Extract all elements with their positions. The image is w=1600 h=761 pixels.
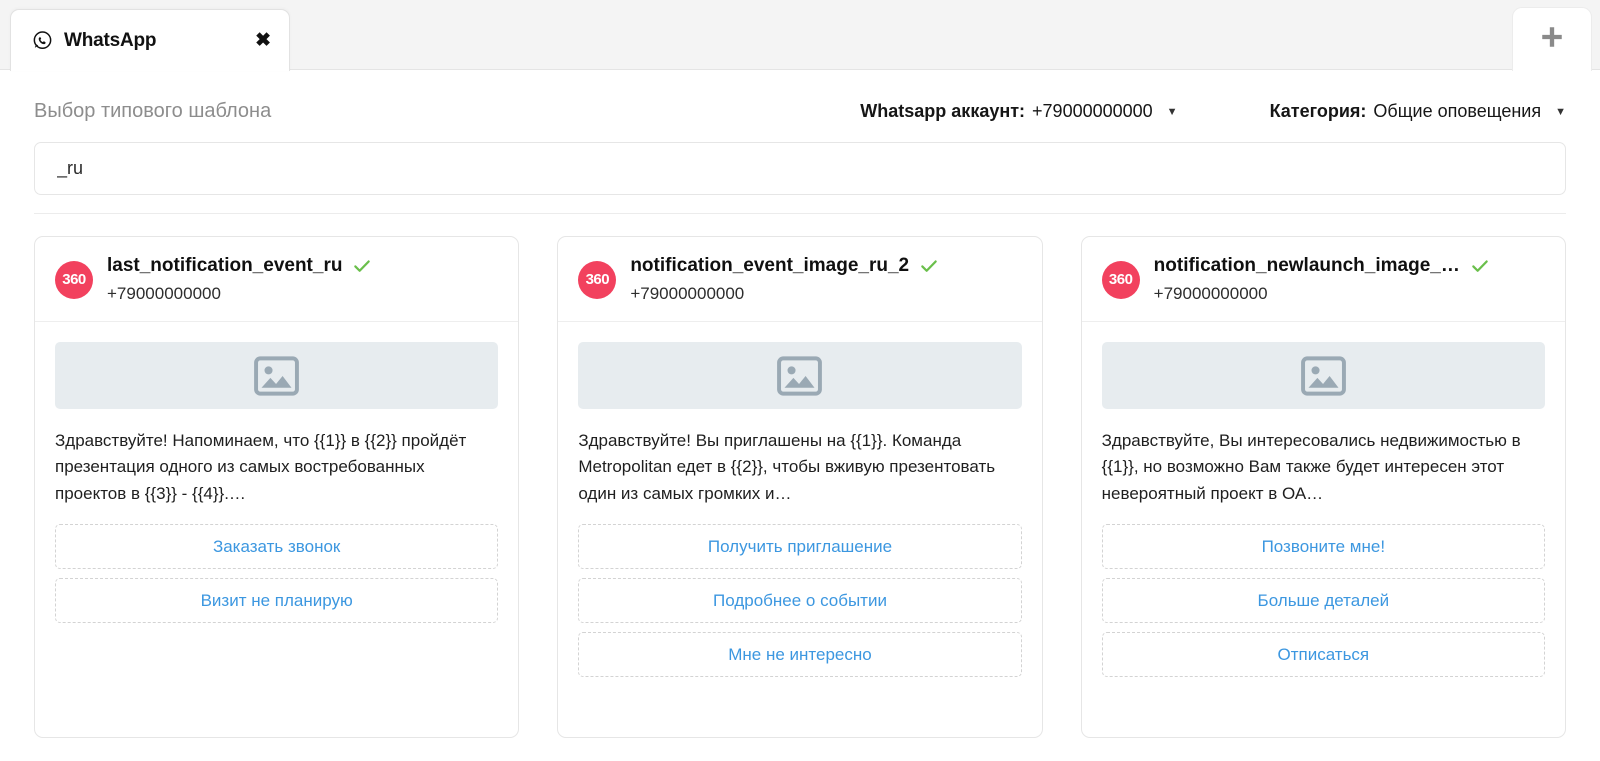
template-action-button[interactable]: Подробнее о событии [578, 578, 1022, 624]
chevron-down-icon[interactable]: ▼ [1167, 106, 1178, 118]
page-content: Выбор типового шаблона Whatsapp аккаунт:… [0, 70, 1600, 761]
template-action-button[interactable]: Получить приглашение [578, 524, 1022, 570]
template-name: notification_event_image_ru_2 [630, 255, 910, 276]
toolbar: Выбор типового шаблона Whatsapp аккаунт:… [34, 70, 1566, 142]
template-name: last_notification_event_ru [107, 255, 343, 276]
template-text: Здравствуйте! Напоминаем, что {{1}} в {{… [55, 431, 467, 503]
template-card[interactable]: 360 notification_event_image_ru_2 +79000… [557, 236, 1043, 738]
section-divider [34, 213, 1566, 214]
template-phone: +79000000000 [1153, 284, 1268, 303]
template-text: Здравствуйте, Вы интересовались недвижим… [1101, 431, 1521, 503]
card-header: 360 notification_newlaunch_image_… +7900… [1081, 237, 1565, 322]
category-value: Общие оповещения [1373, 100, 1542, 121]
image-placeholder-icon [578, 342, 1022, 409]
whatsapp-icon [31, 30, 53, 52]
card-body: Здравствуйте! Вы приглашены на {{1}}. Ко… [558, 322, 1041, 737]
template-phone: +79000000000 [630, 284, 745, 303]
template-buttons: Позвоните мне! Больше деталей Отписаться [1101, 524, 1545, 678]
plus-icon [1539, 24, 1565, 56]
template-action-button[interactable]: Мне не интересно [578, 632, 1022, 678]
template-action-button[interactable]: Заказать звонок [55, 524, 499, 570]
brand-360-logo: 360 [578, 260, 617, 299]
card-header: 360 notification_event_image_ru_2 +79000… [558, 237, 1042, 322]
template-buttons: Получить приглашение Подробнее о событии… [578, 524, 1022, 678]
approved-check-icon [919, 256, 939, 276]
chevron-down-icon[interactable]: ▼ [1555, 106, 1566, 118]
card-header: 360 last_notification_event_ru +79000000… [35, 237, 519, 322]
whatsapp-account-value: +79000000000 [1032, 100, 1153, 121]
tab-label: WhatsApp [64, 29, 157, 51]
close-icon[interactable]: ✖ [255, 31, 271, 50]
approved-check-icon [352, 256, 372, 276]
brand-360-logo: 360 [55, 260, 93, 299]
template-card-list: 360 last_notification_event_ru +79000000… [34, 236, 1566, 738]
whatsapp-account-label: Whatsapp аккаунт: [860, 100, 1026, 121]
search-section [34, 142, 1566, 213]
page-title: Выбор типового шаблона [34, 99, 272, 122]
new-tab-button[interactable] [1512, 7, 1592, 71]
image-placeholder-icon [1101, 342, 1545, 409]
brand-360-logo: 360 [1101, 260, 1140, 299]
template-action-button[interactable]: Больше деталей [1101, 578, 1545, 624]
template-text: Здравствуйте! Вы приглашены на {{1}}. Ко… [578, 431, 996, 503]
tab-whatsapp[interactable]: WhatsApp ✖ [10, 9, 290, 71]
template-buttons: Заказать звонок Визит не планирую [55, 524, 499, 624]
search-input[interactable] [34, 142, 1566, 195]
template-action-button[interactable]: Визит не планирую [55, 578, 499, 624]
image-placeholder-icon [55, 342, 499, 409]
card-body: Здравствуйте, Вы интересовались недвижим… [1082, 322, 1565, 737]
template-card[interactable]: 360 last_notification_event_ru +79000000… [34, 236, 520, 738]
template-card[interactable]: 360 notification_newlaunch_image_… +7900… [1080, 236, 1566, 738]
whatsapp-account-select[interactable]: Whatsapp аккаунт: +79000000000 ▼ [860, 101, 1177, 122]
template-phone: +79000000000 [107, 284, 221, 303]
approved-check-icon [1470, 256, 1490, 276]
category-label: Категория: [1269, 100, 1367, 121]
tab-strip: WhatsApp ✖ [0, 0, 1600, 71]
category-select[interactable]: Категория: Общие оповещения ▼ [1270, 101, 1566, 122]
template-name: notification_newlaunch_image_… [1153, 255, 1460, 276]
template-action-button[interactable]: Позвоните мне! [1101, 524, 1545, 570]
card-body: Здравствуйте! Напоминаем, что {{1}} в {{… [35, 322, 518, 737]
template-action-button[interactable]: Отписаться [1101, 632, 1545, 678]
toolbar-controls: Whatsapp аккаунт: +79000000000 ▼ Категор… [860, 101, 1566, 122]
